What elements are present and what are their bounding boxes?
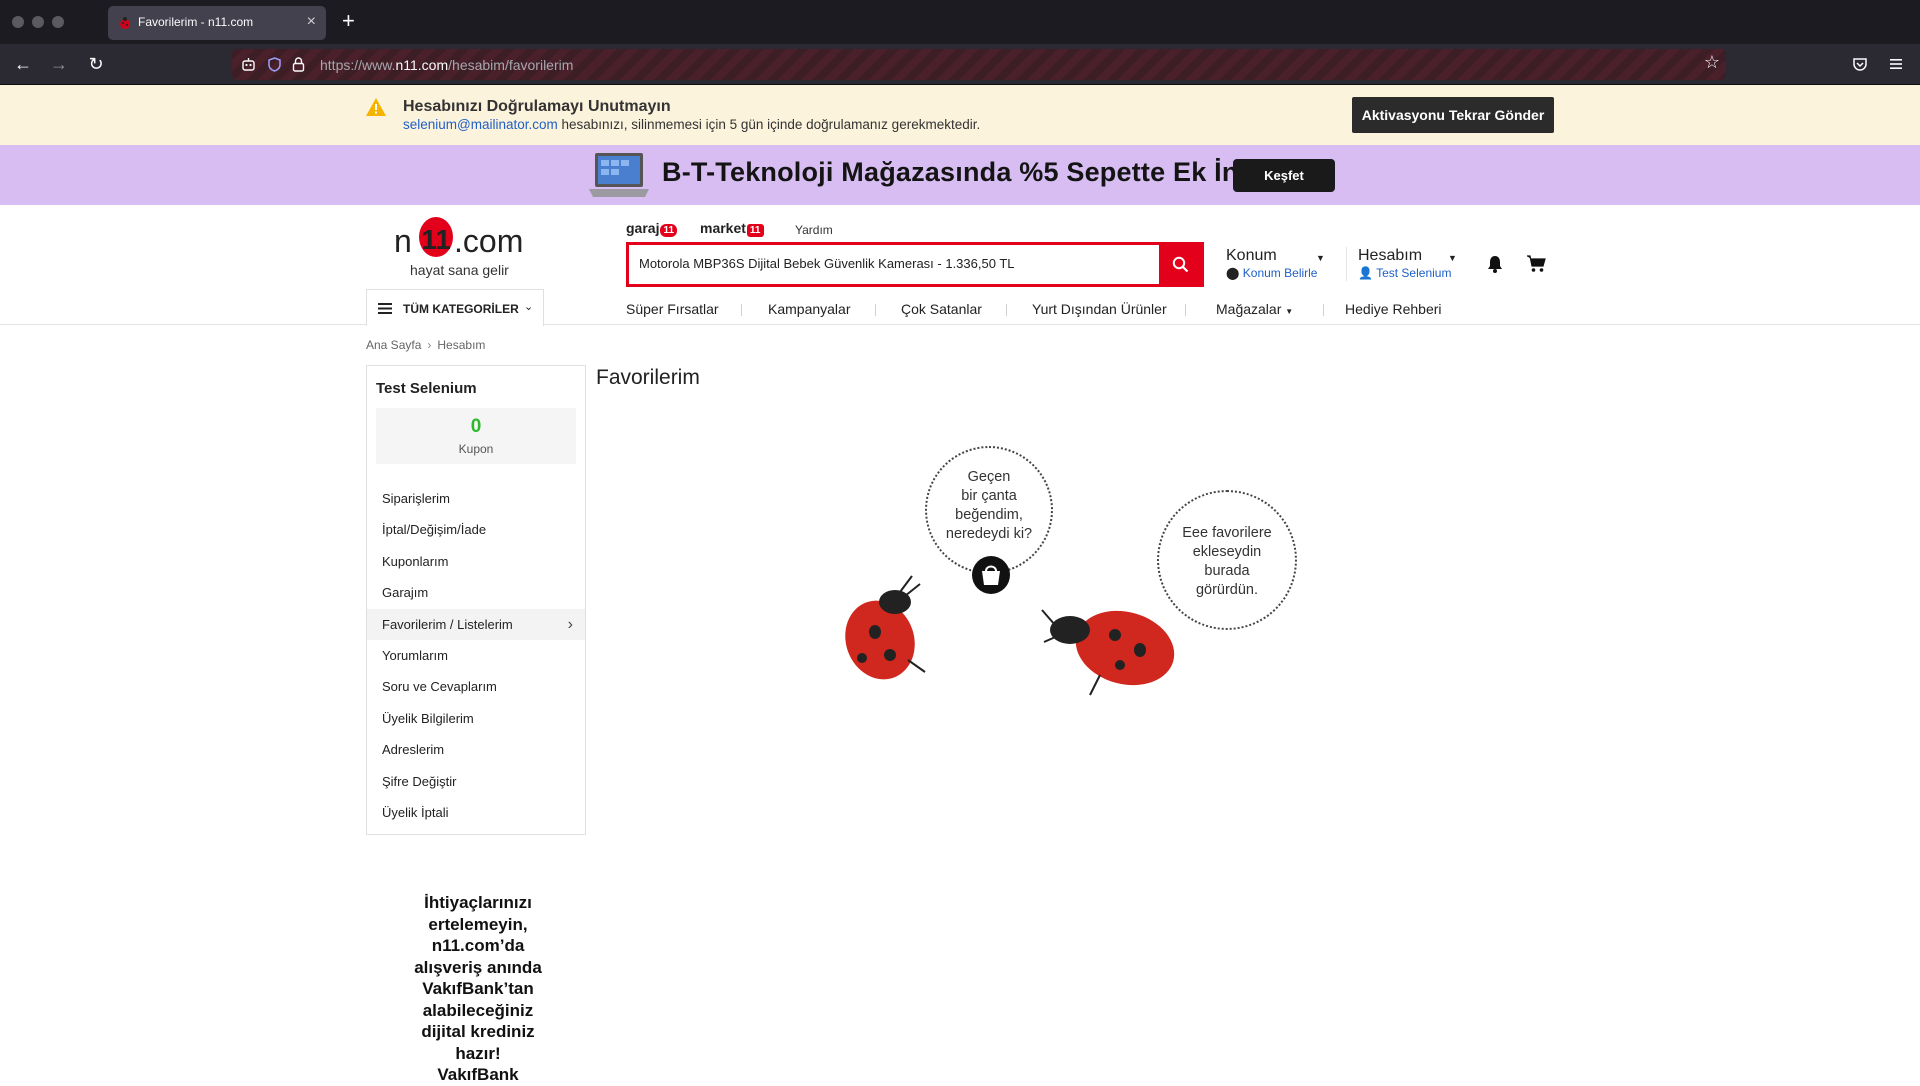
sidebar-item-favorites[interactable]: Favorilerim / Listelerim › [367, 608, 585, 640]
ladybug-favicon-icon [120, 17, 130, 29]
breadcrumb-account[interactable]: Hesabım [437, 338, 485, 352]
browser-tab-bar: Favorilerim - n11.com × + [0, 0, 1920, 44]
bookmark-star-icon[interactable]: ☆ [1704, 52, 1720, 73]
search-box [626, 242, 1204, 287]
reload-icon[interactable]: ↻ [83, 51, 109, 77]
search-button[interactable] [1159, 242, 1201, 287]
all-categories-button[interactable]: TÜM KATEGORİLER ⌄ [366, 289, 544, 326]
nav-separator [1323, 304, 1324, 316]
tab-close-icon[interactable]: × [307, 13, 316, 31]
sidebar-item-returns[interactable]: İptal/Değişim/İade [367, 514, 585, 545]
verify-account-banner: Hesabınızı Doğrulamayı Unutmayın seleniu… [0, 85, 1920, 145]
sidebar-item-garage[interactable]: Garajım [367, 577, 585, 608]
all-categories-label: TÜM KATEGORİLER [403, 302, 519, 316]
sidebar-item-coupons[interactable]: Kuponlarım [367, 546, 585, 577]
sidebar-item-reviews[interactable]: Yorumlarım [367, 640, 585, 671]
location-title: Konum [1226, 247, 1277, 264]
lock-icon[interactable] [290, 56, 307, 73]
nav-gift-guide[interactable]: Hediye Rehberi [1345, 301, 1442, 317]
sidebar-item-cancel-membership[interactable]: Üyelik İptali [367, 797, 585, 828]
new-tab-icon[interactable]: + [342, 9, 355, 33]
browser-nav-bar: ← → ↻ https://www.n11.com/hesabim/favori… [0, 44, 1920, 85]
browser-tab[interactable]: Favorilerim - n11.com × [108, 6, 326, 40]
nav-separator [1006, 304, 1007, 316]
window-maximize-dot[interactable] [52, 16, 64, 28]
logo-tagline: hayat sana gelir [410, 262, 509, 278]
search-icon [1172, 256, 1189, 273]
promo-banner[interactable]: B-T-Teknoloji Mağazasında %5 Sepette Ek … [0, 145, 1920, 205]
location-pin-icon: ⬤ [1226, 266, 1240, 280]
n11-logo[interactable]: n 11 .com [394, 213, 524, 259]
sidebar-item-membership-info[interactable]: Üyelik Bilgilerim [367, 703, 585, 734]
nav-best-sellers[interactable]: Çok Satanlar [901, 301, 982, 317]
sidebar-item-change-password[interactable]: Şifre Değiştir [367, 766, 585, 797]
help-link[interactable]: Yardım [795, 223, 833, 237]
promo-text: B-T-Teknoloji Mağazasında %5 Sepette Ek … [662, 157, 1306, 187]
sidebar-item-addresses[interactable]: Adreslerim [367, 734, 585, 765]
shield-icon[interactable] [266, 56, 283, 73]
account-title: Hesabım [1358, 247, 1423, 264]
tab-title: Favorilerim - n11.com [138, 15, 254, 29]
coupon-summary[interactable]: 0 Kupon [376, 408, 576, 464]
nav-separator [1185, 304, 1186, 316]
verify-title: Hesabınızı Doğrulamayı Unutmayın [403, 98, 671, 115]
warning-icon [366, 98, 386, 116]
chevron-down-icon: ⌄ [524, 301, 534, 313]
location-selector[interactable]: Konum ⬤ Konum Belirle [1226, 247, 1317, 280]
sidebar-user-name: Test Selenium [376, 380, 477, 397]
chevron-right-icon: › [567, 615, 573, 633]
empty-favorites-illustration: Geçen bir çanta beğendim, neredeydi ki? … [830, 440, 1310, 710]
pocket-icon[interactable] [1852, 56, 1868, 72]
nav-separator [741, 304, 742, 316]
back-arrow-icon[interactable]: ← [10, 51, 36, 77]
breadcrumb-home[interactable]: Ana Sayfa [366, 338, 421, 352]
nav-campaigns[interactable]: Kampanyalar [768, 301, 851, 317]
ladybug-right-image [1041, 609, 1175, 696]
user-icon: 👤 [1358, 266, 1373, 280]
sidebar-item-orders[interactable]: Siparişlerim [367, 483, 585, 514]
coupon-label: Kupon [458, 442, 494, 456]
resend-activation-button[interactable]: Aktivasyonu Tekrar Gönder [1352, 97, 1554, 133]
menu-icon [378, 303, 392, 314]
hamburger-menu-icon[interactable] [1888, 57, 1904, 71]
account-caret-icon: ▼ [1448, 253, 1457, 263]
handbag-icon [972, 556, 1010, 594]
account-menu-list: Siparişlerim İptal/Değişim/İade Kuponlar… [367, 483, 585, 828]
sidebar-item-questions[interactable]: Soru ve Cevaplarım [367, 671, 585, 702]
nav-stores[interactable]: Mağazalar ▼ [1216, 301, 1293, 317]
location-set-link[interactable]: Konum Belirle [1243, 266, 1318, 280]
verify-email-link[interactable]: selenium@mailinator.com [403, 117, 558, 132]
page-title: Favorilerim [596, 366, 700, 389]
stores-caret-icon: ▼ [1285, 307, 1294, 316]
promo-discover-button[interactable]: Keşfet [1233, 159, 1335, 192]
vakifbank-ad[interactable]: İhtiyaçlarınızı ertelemeyin, n11.com’da … [398, 892, 558, 1086]
location-caret-icon: ▼ [1316, 253, 1325, 263]
forward-arrow-icon[interactable]: → [46, 51, 72, 77]
market11-link[interactable]: market 11 [700, 220, 764, 237]
bell-icon[interactable] [1487, 255, 1503, 273]
account-username[interactable]: Test Selenium [1376, 266, 1451, 280]
breadcrumb: Ana Sayfa › Hesabım [366, 338, 485, 352]
chevron-right-icon: › [427, 338, 432, 352]
nav-separator [875, 304, 876, 316]
nav-super-deals[interactable]: Süper Fırsatlar [626, 301, 719, 317]
verify-message: selenium@mailinator.com hesabınızı, sili… [403, 117, 981, 132]
garaj11-link[interactable]: garaj 11 [626, 220, 678, 237]
ladybug-left-image [845, 575, 926, 680]
nav-international-products[interactable]: Yurt Dışından Ürünler [1032, 301, 1167, 317]
header-divider [1346, 247, 1347, 281]
account-sidebar: Test Selenium 0 Kupon Siparişlerim İptal… [366, 365, 586, 835]
laptop-image [589, 153, 649, 197]
url-bar[interactable]: https://www.n11.com/hesabim/favorilerim … [232, 49, 1726, 80]
window-minimize-dot[interactable] [32, 16, 44, 28]
search-input[interactable] [639, 256, 1139, 271]
cart-icon[interactable] [1526, 255, 1546, 273]
window-close-dot[interactable] [12, 16, 24, 28]
robot-icon[interactable] [240, 56, 257, 73]
url-text[interactable]: https://www.n11.com/hesabim/favorilerim [320, 57, 573, 73]
coupon-count: 0 [470, 416, 482, 437]
site-header: n 11 .com hayat sana gelir TÜM KATEGORİL… [0, 205, 1920, 326]
account-menu[interactable]: Hesabım 👤 Test Selenium [1358, 247, 1451, 280]
